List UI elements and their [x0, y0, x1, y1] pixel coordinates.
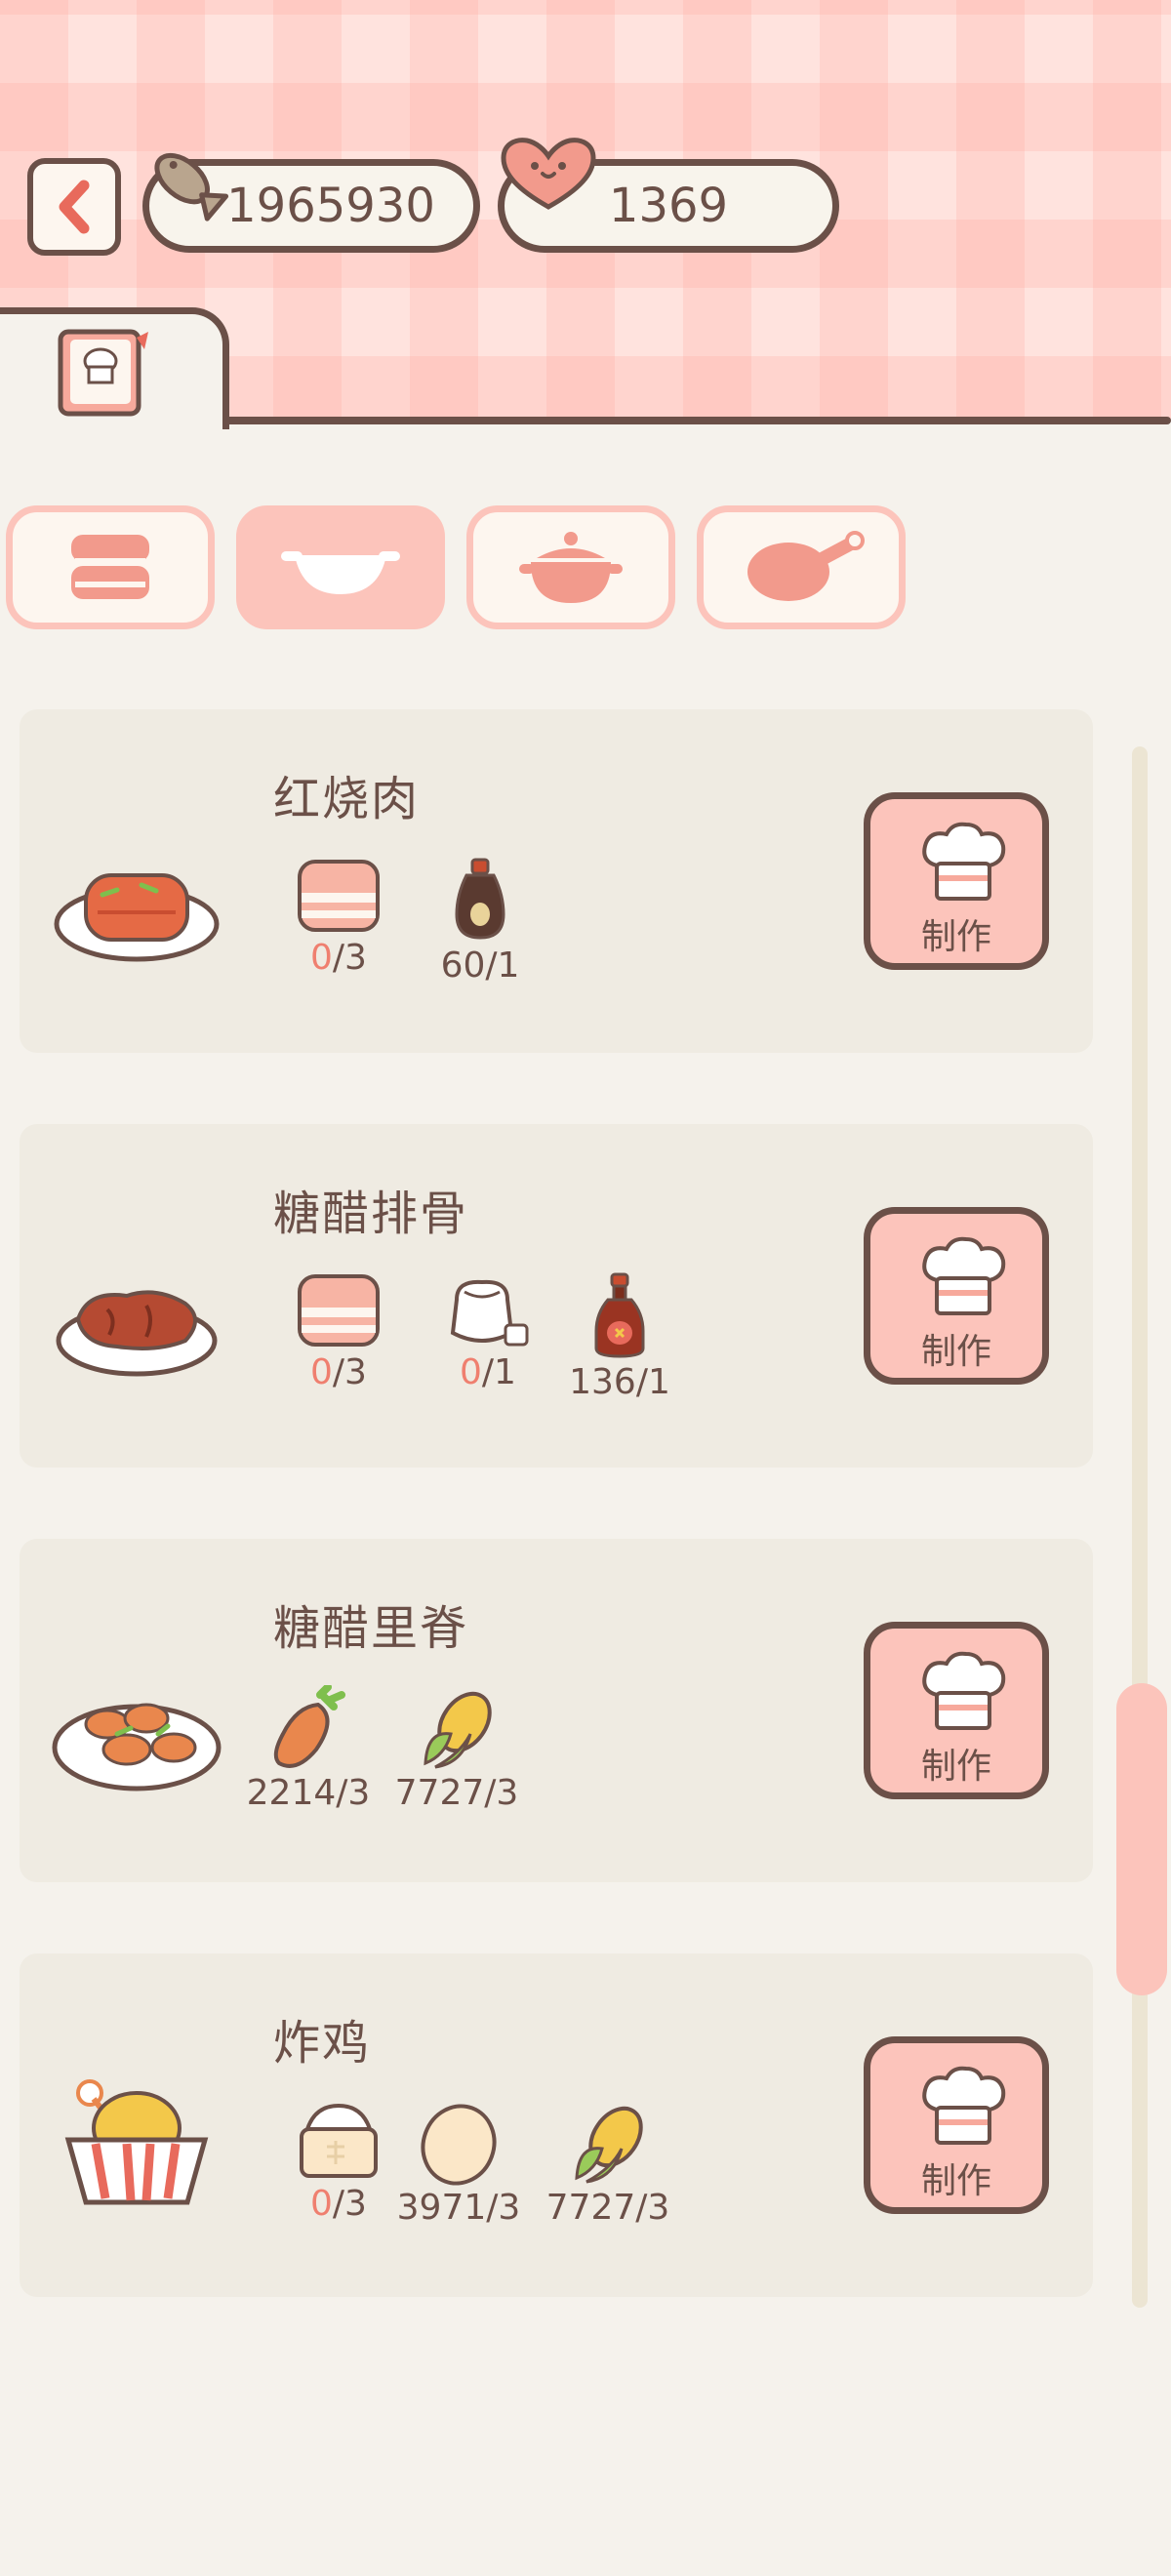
make-button-label: 制作: [920, 2161, 991, 2201]
panel-edge: [220, 417, 1171, 424]
ingredient-need: /3: [484, 1773, 519, 1813]
recipe-book-tab[interactable]: [0, 307, 229, 429]
chef-hat-icon: [922, 2066, 1006, 2145]
ingredient-slot: 2214/3: [230, 1685, 386, 1813]
ingredient-have: 2214: [246, 1773, 337, 1813]
ingredient-have: 0: [310, 1352, 333, 1392]
ingredient-need: /1: [635, 1362, 670, 1402]
ingredient-need: /3: [635, 2188, 670, 2228]
category-tab-steamer[interactable]: [6, 505, 215, 629]
corn-icon: [424, 1691, 492, 1769]
corn-icon: [575, 2106, 643, 2184]
chevron-left-icon: [59, 180, 90, 234]
carrot-icon: [273, 1685, 345, 1768]
pork-belly-icon: [298, 1274, 380, 1347]
ingredient-have: 60: [440, 946, 486, 986]
wok-icon: [281, 550, 400, 594]
soy-sauce-icon: [455, 858, 505, 940]
sweet-sour-tenderloin-icon: [52, 1703, 222, 1791]
ingredient-slot: 0/3: [261, 856, 417, 978]
fried-chicken-icon: [64, 2079, 209, 2205]
scrollbar-track[interactable]: [1132, 746, 1148, 2308]
ingredient-have: 0: [460, 1352, 482, 1392]
recipe-card: 糖醋里脊 2214/3 7727/3 制作: [20, 1539, 1093, 1882]
ingredient-need: /3: [332, 1352, 367, 1392]
sweet-sour-ribs-icon: [56, 1290, 218, 1377]
ingredient-have: 136: [569, 1362, 636, 1402]
heart-value: 1369: [608, 179, 729, 233]
ingredient-slot: 3971/3: [381, 2100, 537, 2228]
coin-value: 1965930: [226, 179, 435, 233]
make-button[interactable]: 制作: [864, 792, 1049, 970]
recipe-card: 糖醋排骨 0/3 0/1 136/1 制作: [20, 1124, 1093, 1468]
category-tab-wok[interactable]: [236, 505, 445, 629]
egg-icon: [421, 2104, 497, 2186]
ingredient-have: 7727: [394, 1773, 485, 1813]
vinegar-icon: [594, 1272, 645, 1358]
sugar-icon: [450, 1279, 529, 1347]
recipe-name: 红烧肉: [273, 772, 421, 826]
category-tab-clay-pot[interactable]: [466, 505, 675, 629]
fish-icon: [154, 152, 229, 221]
ingredient-have: 7727: [545, 2188, 636, 2228]
ingredient-need: /3: [332, 938, 367, 978]
heart-face-icon: [501, 138, 596, 210]
ingredient-slot: 0/3: [261, 1270, 417, 1392]
make-button-label: 制作: [920, 1332, 991, 1372]
make-button-label: 制作: [920, 917, 991, 957]
ingredient-need: /3: [486, 2188, 521, 2228]
make-button[interactable]: 制作: [864, 2036, 1049, 2214]
ingredient-have: 3971: [396, 2188, 487, 2228]
ingredient-slot: 7727/3: [530, 2100, 686, 2228]
ingredient-need: /1: [481, 1352, 516, 1392]
chef-hat-icon: [922, 822, 1006, 901]
clay-pot-icon: [519, 531, 623, 603]
back-button[interactable]: [27, 158, 121, 256]
pork-belly-icon: [298, 860, 380, 932]
ingredient-have: 0: [310, 2184, 333, 2224]
make-button-label: 制作: [920, 1747, 991, 1787]
chef-hat-icon: [922, 1651, 1006, 1730]
ingredient-need: /3: [332, 2184, 367, 2224]
steamer-icon: [71, 534, 149, 599]
ingredient-slot: 136/1: [542, 1270, 698, 1402]
recipe-name: 糖醋排骨: [273, 1187, 469, 1241]
recipe-name: 炸鸡: [273, 2016, 372, 2071]
ingredient-need: /1: [485, 946, 520, 986]
ingredient-have: 0: [310, 938, 333, 978]
recipe-name: 糖醋里脊: [273, 1601, 469, 1656]
frying-pan-icon: [747, 530, 865, 601]
recipe-card: 炸鸡 0/3 3971/3 7727/3 制作: [20, 1953, 1093, 2297]
chef-hat-icon: [922, 1236, 1006, 1315]
ingredient-slot: 60/1: [402, 856, 558, 986]
recipe-book-icon: [58, 329, 148, 417]
make-button[interactable]: 制作: [864, 1207, 1049, 1385]
ingredient-need: /3: [336, 1773, 371, 1813]
ingredient-slot: 7727/3: [379, 1685, 535, 1813]
scrollbar-thumb[interactable]: [1116, 1683, 1167, 1995]
braised-pork-icon: [54, 873, 220, 962]
recipe-card: 红烧肉 0/3 60/1 制作: [20, 709, 1093, 1053]
flour-icon: [300, 2103, 378, 2178]
make-button[interactable]: 制作: [864, 1622, 1049, 1799]
category-tab-frying-pan[interactable]: [697, 505, 906, 629]
